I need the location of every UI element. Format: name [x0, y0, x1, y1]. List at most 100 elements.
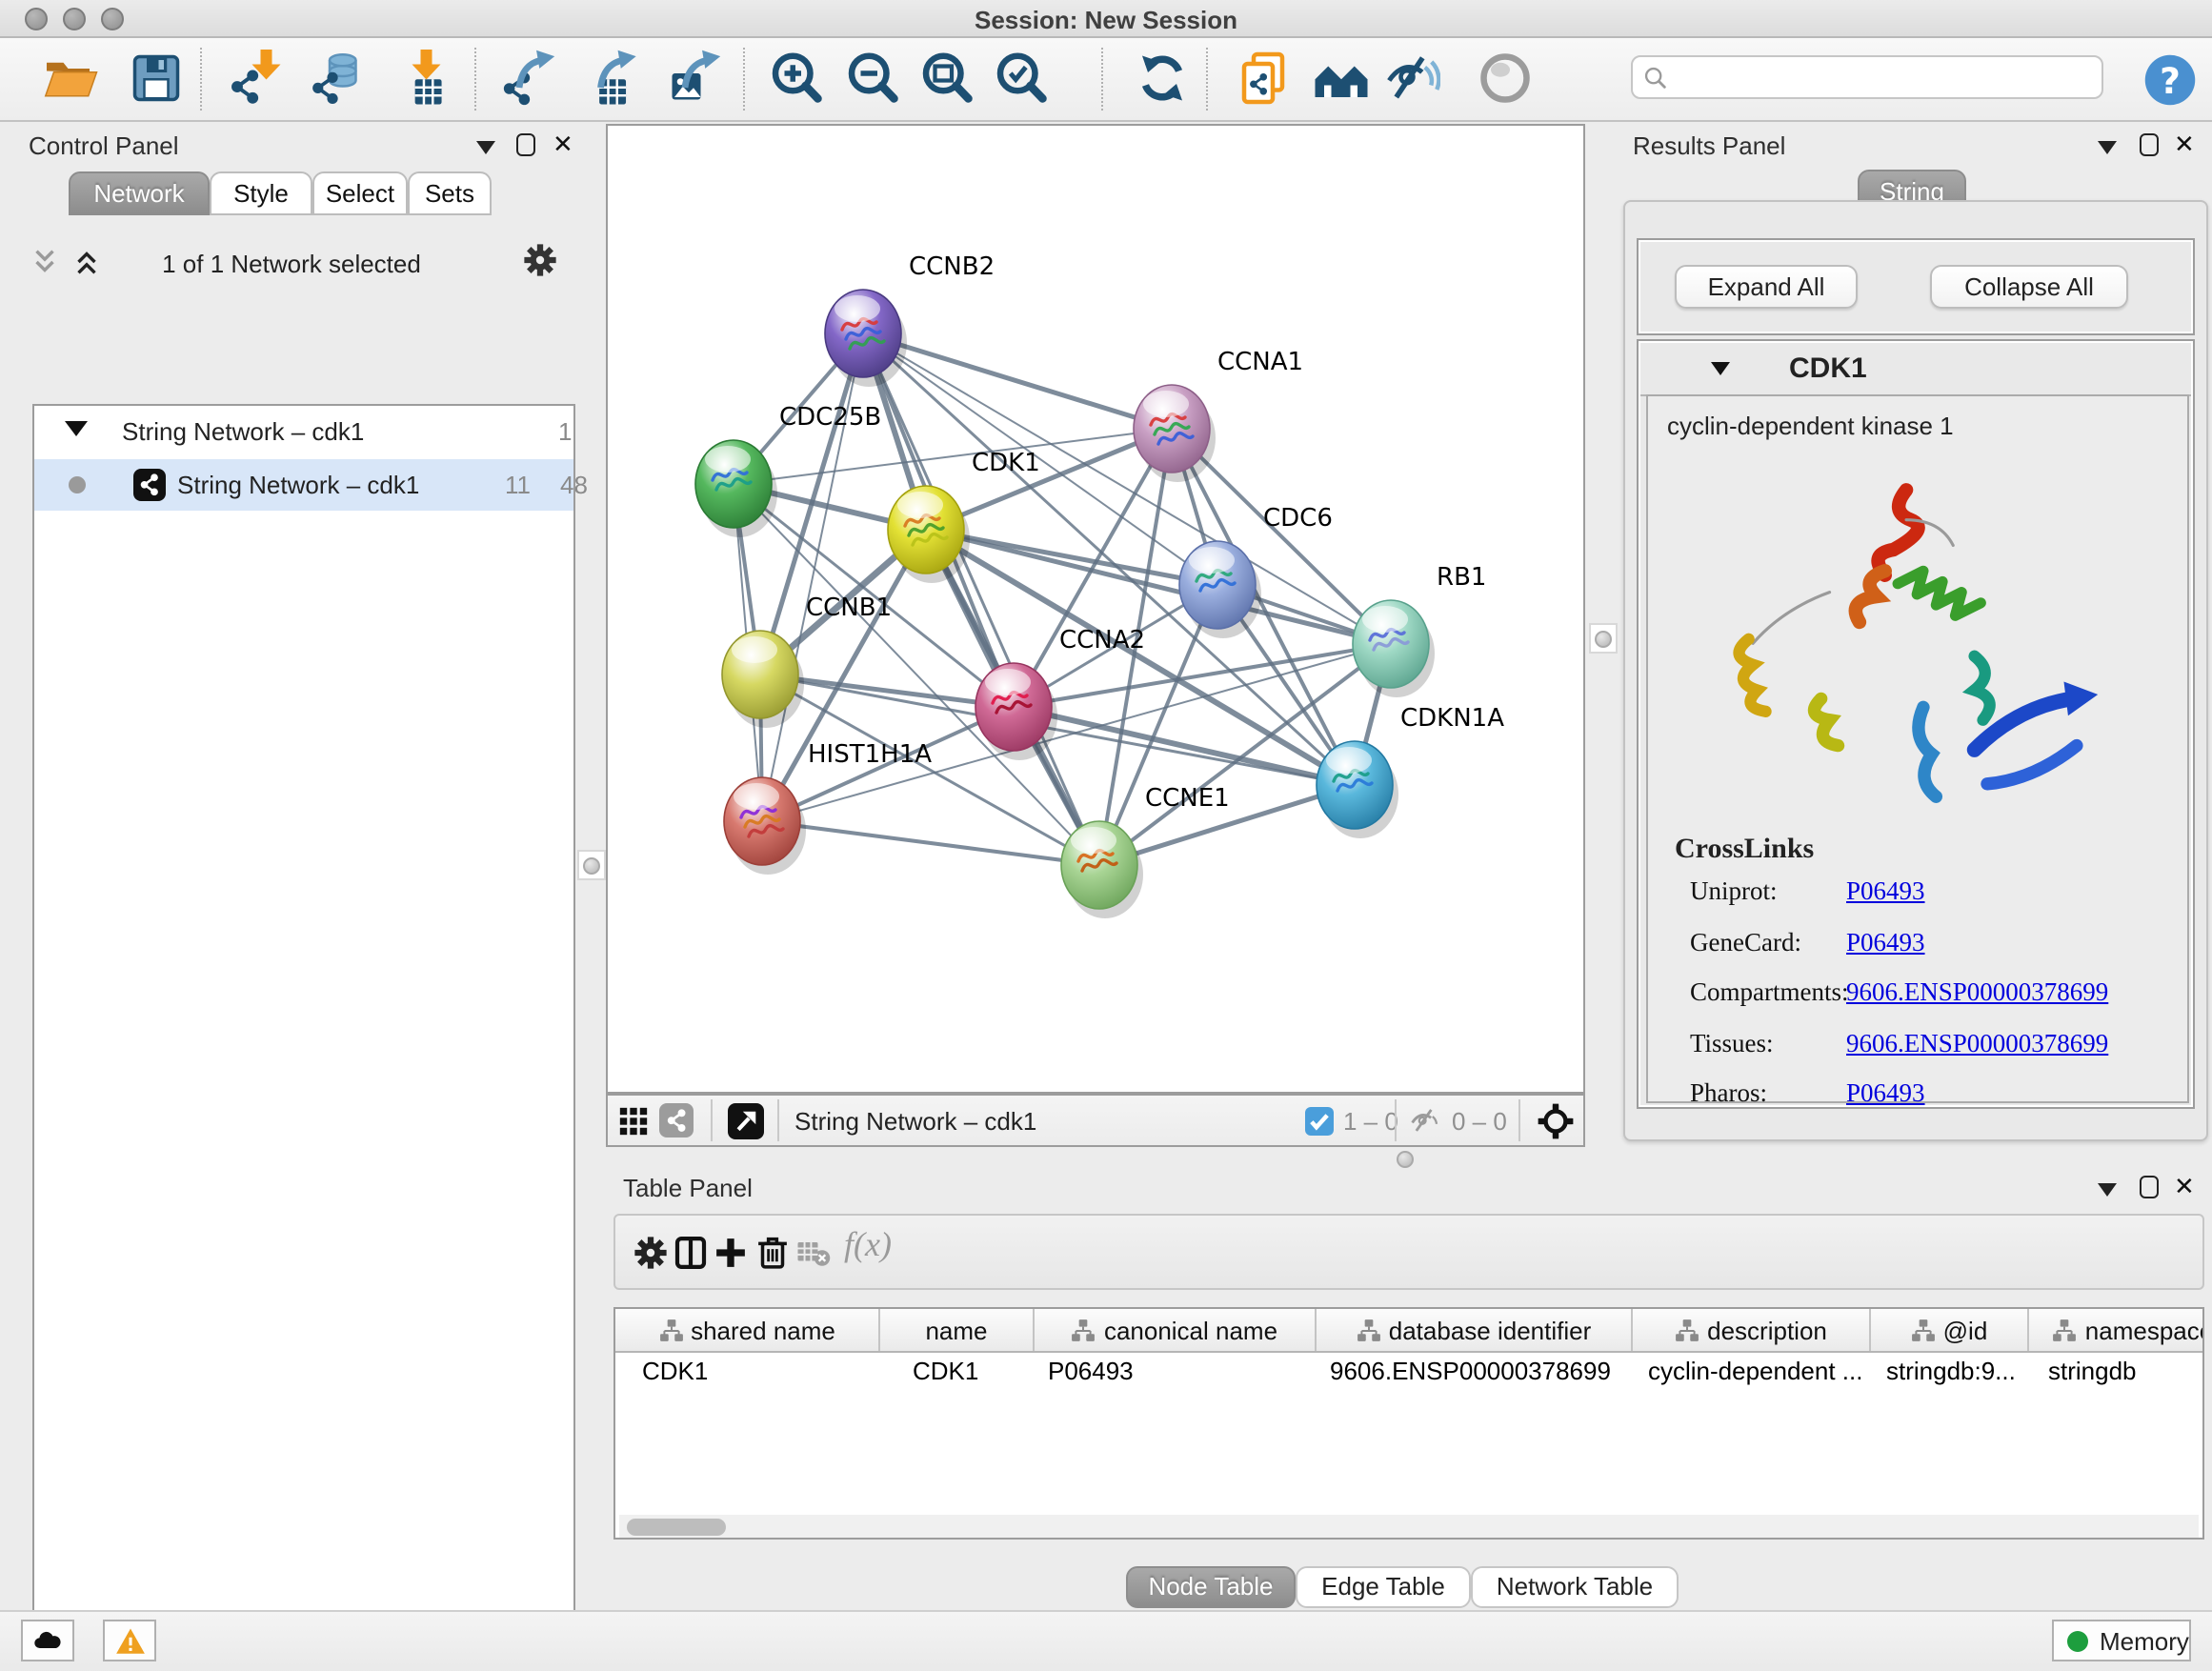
- tab-node-table[interactable]: Node Table: [1126, 1566, 1296, 1608]
- crosslink-link[interactable]: P06493: [1846, 927, 1925, 957]
- network-canvas[interactable]: CCNB2CCNA1CDC25BCDK1CDC6RB1CCNB1CCNA2HIS…: [606, 124, 1585, 1094]
- crosslink-row: Pharos: P06493: [1648, 1078, 2187, 1128]
- expand-all-button[interactable]: Expand All: [1675, 265, 1858, 309]
- import-network-icon[interactable]: [227, 50, 284, 107]
- results-panel-close-icon[interactable]: ✕: [2174, 133, 2195, 156]
- duplicate-network-icon[interactable]: [1235, 50, 1292, 107]
- cloud-button[interactable]: [21, 1620, 74, 1661]
- node-CDKN1A[interactable]: CDKN1A: [1317, 704, 1504, 838]
- cell-namespace[interactable]: stringdb: [2048, 1357, 2204, 1395]
- select-columns-icon[interactable]: [671, 1233, 711, 1273]
- left-splitter[interactable]: [577, 850, 606, 880]
- control-panel-float-icon[interactable]: [516, 133, 535, 156]
- node-RB1[interactable]: RB1: [1353, 563, 1486, 697]
- first-neighbors-icon[interactable]: [1313, 50, 1370, 107]
- open-in-window-icon[interactable]: [728, 1102, 764, 1138]
- tab-network-table[interactable]: Network Table: [1471, 1566, 1679, 1608]
- open-session-icon[interactable]: [42, 50, 99, 107]
- export-table-icon[interactable]: [583, 50, 640, 107]
- save-session-icon[interactable]: [128, 50, 185, 107]
- left-splitter-handle-icon[interactable]: [583, 856, 600, 874]
- column-header-namespace[interactable]: namespace: [2029, 1309, 2204, 1351]
- collection-expand-icon[interactable]: [65, 421, 88, 436]
- tab-sets[interactable]: Sets: [408, 171, 492, 215]
- help-icon[interactable]: ?: [2142, 51, 2199, 109]
- control-panel-close-icon[interactable]: ✕: [553, 133, 573, 156]
- export-network-icon[interactable]: [499, 50, 556, 107]
- selected-checkbox-icon[interactable]: [1305, 1107, 1334, 1136]
- hidden-eye-slash-icon: [1408, 1105, 1442, 1137]
- crosslink-link[interactable]: 9606.ENSP00000378699: [1846, 1028, 2108, 1058]
- crosslink-link[interactable]: P06493: [1846, 1078, 1925, 1109]
- protein-collapse-icon[interactable]: [1711, 362, 1730, 375]
- zoom-out-icon[interactable]: [844, 50, 901, 107]
- table-panel-float-icon[interactable]: [2140, 1176, 2159, 1198]
- edge-CCNA2-CDKN1A[interactable]: [1014, 707, 1355, 785]
- show-hidden-icon[interactable]: [1477, 50, 1534, 107]
- edge-HIST1H1A-CCNE1[interactable]: [762, 821, 1099, 865]
- cell-id[interactable]: stringdb:9...: [1886, 1357, 2029, 1395]
- svg-text:?: ?: [2160, 60, 2181, 102]
- edge-CCNB2-RB1[interactable]: [863, 333, 1391, 644]
- import-table-icon[interactable]: [396, 50, 453, 107]
- edge-CCNB2-CCNE1[interactable]: [863, 333, 1099, 865]
- cell-databaseidentifier[interactable]: 9606.ENSP00000378699: [1330, 1357, 1633, 1395]
- column-header-canonicalname[interactable]: canonical name: [1035, 1309, 1317, 1351]
- results-panel-float-icon[interactable]: [2140, 133, 2159, 156]
- node-CCNA1[interactable]: CCNA1: [1134, 348, 1303, 482]
- node-CCNB1[interactable]: CCNB1: [722, 594, 892, 728]
- tab-network[interactable]: Network: [69, 171, 210, 215]
- zoom-fit-icon[interactable]: [918, 50, 975, 107]
- refresh-icon[interactable]: [1134, 50, 1191, 107]
- export-image-icon[interactable]: [665, 50, 722, 107]
- memory-button[interactable]: Memory: [2052, 1620, 2191, 1661]
- tab-select[interactable]: Select: [312, 171, 408, 215]
- tab-style[interactable]: Style: [210, 171, 312, 215]
- edge-CCNB2-CCNA1[interactable]: [863, 333, 1172, 429]
- table-panel-close-icon[interactable]: ✕: [2174, 1176, 2195, 1198]
- table-options-gear-icon[interactable]: [631, 1233, 671, 1273]
- scrollbar-thumb[interactable]: [627, 1518, 726, 1535]
- node-HIST1H1A[interactable]: HIST1H1A: [724, 740, 932, 875]
- network-options-gear-icon[interactable]: [520, 240, 562, 282]
- network-collection-row[interactable]: String Network – cdk1 1: [34, 412, 573, 461]
- column-header-sharedname[interactable]: shared name: [615, 1309, 880, 1351]
- column-header-id[interactable]: @id: [1871, 1309, 2029, 1351]
- tab-edge-table[interactable]: Edge Table: [1296, 1566, 1471, 1608]
- node-table: shared namenamecanonical namedatabase id…: [613, 1307, 2204, 1540]
- warnings-button[interactable]: [103, 1620, 156, 1661]
- cell-canonicalname[interactable]: P06493: [1048, 1357, 1317, 1395]
- zoom-in-icon[interactable]: [768, 50, 825, 107]
- pan-target-icon[interactable]: [1536, 1101, 1576, 1141]
- control-panel-collapse-icon[interactable]: [476, 141, 495, 154]
- network-share-view-icon[interactable]: [659, 1103, 694, 1137]
- crosslink-link[interactable]: 9606.ENSP00000378699: [1846, 977, 2108, 1008]
- horizontal-scrollbar[interactable]: [619, 1515, 2199, 1538]
- node-CDC25B[interactable]: CDC25B: [695, 403, 881, 537]
- network-row-selected[interactable]: String Network – cdk1 11 48: [34, 459, 573, 511]
- column-header-description[interactable]: description: [1633, 1309, 1871, 1351]
- collection-count: 1: [558, 417, 572, 446]
- results-panel-collapse-icon[interactable]: [2098, 141, 2117, 154]
- delete-column-trash-icon[interactable]: [753, 1233, 793, 1273]
- cell-sharedname[interactable]: CDK1: [642, 1357, 880, 1395]
- cell-name[interactable]: CDK1: [913, 1357, 1035, 1395]
- search-input[interactable]: [1675, 59, 2098, 99]
- collapse-all-button[interactable]: Collapse All: [1930, 265, 2128, 309]
- search-field[interactable]: [1631, 55, 2103, 99]
- import-network-from-database-icon[interactable]: [311, 50, 368, 107]
- table-row[interactable]: CDK1CDK1P064939606.ENSP00000378699cyclin…: [615, 1351, 2204, 1389]
- table-panel-collapse-icon[interactable]: [2098, 1183, 2117, 1197]
- column-header-name[interactable]: name: [880, 1309, 1035, 1351]
- column-header-databaseidentifier[interactable]: database identifier: [1317, 1309, 1633, 1351]
- hide-selection-icon[interactable]: [1383, 50, 1440, 107]
- grid-view-icon[interactable]: [617, 1105, 650, 1137]
- edge-CDK1-RB1[interactable]: [926, 530, 1391, 644]
- cell-description[interactable]: cyclin-dependent ...: [1648, 1357, 1871, 1395]
- add-column-icon[interactable]: [711, 1233, 751, 1273]
- protein-header-row[interactable]: CDK1: [1640, 343, 2191, 396]
- zoom-selected-icon[interactable]: [993, 50, 1050, 107]
- crosslink-link[interactable]: P06493: [1846, 876, 1925, 907]
- column-type-icon: [2053, 1318, 2078, 1342]
- crosslink-row: GeneCard: P06493: [1648, 927, 2187, 976]
